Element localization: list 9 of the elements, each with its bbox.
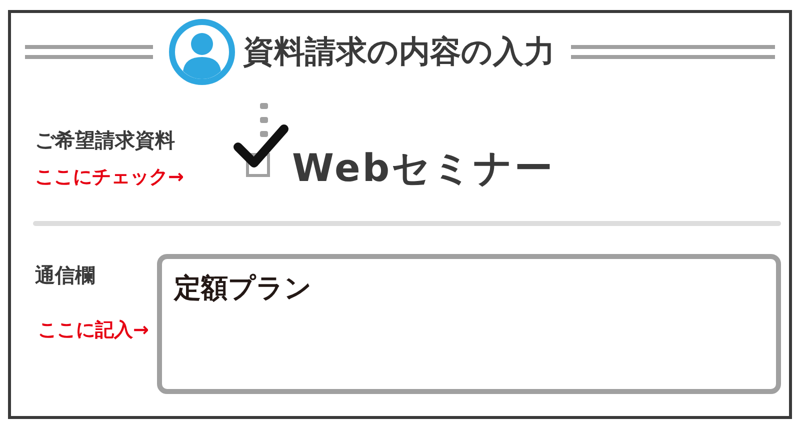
option-label: Webセミナー [292, 149, 555, 187]
avatar-icon [169, 19, 235, 85]
message-field[interactable]: 定額プラン [157, 254, 781, 394]
page-title: 資料請求の内容の入力 [243, 32, 555, 72]
field-label: 通信欄 [34, 262, 96, 289]
field-label: ご希望請求資料 [35, 127, 176, 154]
more-dots-icon [260, 103, 268, 137]
hint-text: ここに記入→ [38, 318, 149, 343]
hint-text: ここにチェック→ [35, 165, 185, 190]
